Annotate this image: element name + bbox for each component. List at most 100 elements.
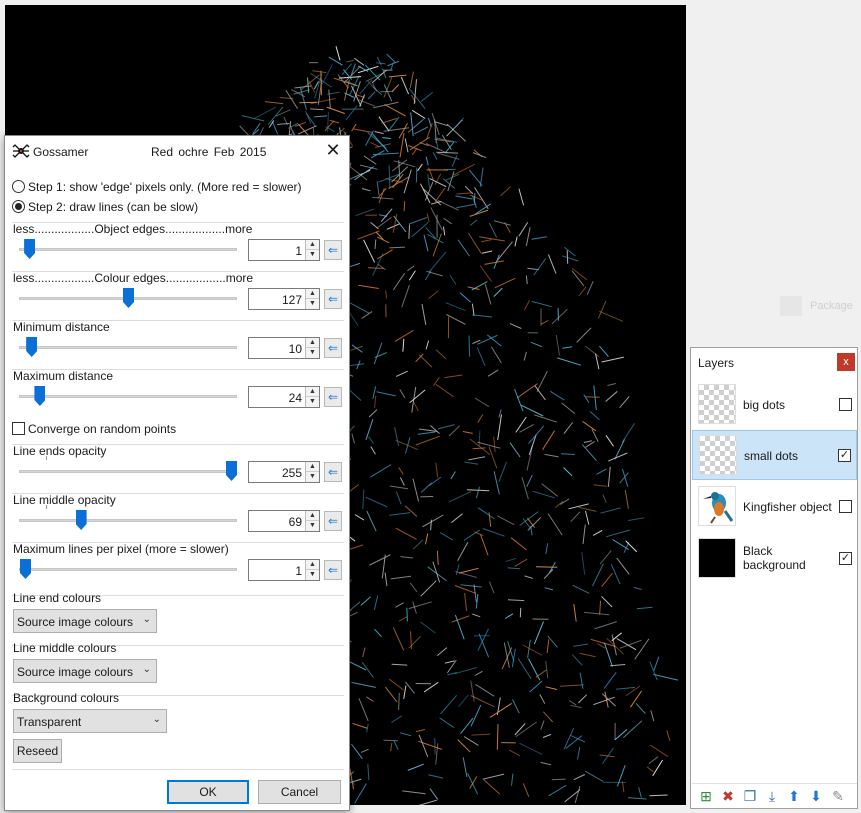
object-edges-slider[interactable]: [19, 239, 237, 261]
spin-up-icon[interactable]: ▲: [306, 338, 319, 348]
cancel-button[interactable]: Cancel: [258, 780, 341, 804]
layer-visibility-checkbox[interactable]: ✓: [839, 552, 852, 565]
line-ends-opacity-spinner[interactable]: 255 ▲ ▼: [248, 461, 320, 483]
slider-thumb[interactable]: [24, 239, 36, 259]
maximum-distance-slider[interactable]: [19, 386, 237, 408]
add-layer-icon[interactable]: ⊞: [698, 788, 714, 804]
layer-row-black-background[interactable]: Black background ✓: [692, 534, 857, 584]
reseed-button[interactable]: Reseed: [13, 739, 62, 763]
slider-thumb[interactable]: [75, 510, 87, 530]
spin-up-icon[interactable]: ▲: [306, 240, 319, 250]
slider-track: [19, 395, 237, 398]
reset-arrow-icon[interactable]: ⇐: [324, 387, 342, 407]
line-middle-colours-label: Line middle colours: [13, 641, 117, 655]
spinner-value[interactable]: 127: [282, 293, 302, 307]
spinner-value[interactable]: 1: [295, 564, 302, 578]
converge-label: Converge on random points: [28, 422, 177, 436]
layer-thumbnail: [698, 486, 736, 526]
max-lines-label: Maximum lines per pixel (more = slower): [13, 542, 229, 556]
reset-arrow-icon[interactable]: ⇐: [324, 338, 342, 358]
spin-up-icon[interactable]: ▲: [306, 511, 319, 521]
dialog-title-bar[interactable]: Gossamer Red ochre Feb 2015 ✕: [5, 136, 349, 166]
spinner-value[interactable]: 255: [282, 466, 302, 480]
line-middle-opacity-slider[interactable]: [19, 505, 237, 532]
dialog-subtitle: Red ochre Feb 2015: [151, 145, 267, 159]
layers-panel: Layers x big dots small dots ✓ Kingfishe…: [690, 347, 858, 809]
slider-tick: [46, 456, 47, 460]
max-lines-spinner[interactable]: 1 ▲ ▼: [248, 559, 320, 581]
kingfisher-icon: [703, 492, 734, 524]
layer-visibility-checkbox[interactable]: ✓: [838, 449, 851, 462]
checkbox-box[interactable]: [12, 422, 25, 435]
select-value: Source image colours: [17, 665, 134, 679]
slider-thumb[interactable]: [26, 337, 38, 357]
object-edges-spinner[interactable]: 1 ▲ ▼: [248, 239, 320, 261]
duplicate-layer-icon[interactable]: ❐: [742, 788, 758, 804]
reset-arrow-icon[interactable]: ⇐: [324, 560, 342, 580]
spin-down-icon[interactable]: ▼: [306, 250, 319, 260]
slider-thumb[interactable]: [123, 288, 134, 308]
spin-up-icon[interactable]: ▲: [306, 289, 319, 299]
line-middle-opacity-spinner[interactable]: 69 ▲ ▼: [248, 510, 320, 532]
slider-thumb[interactable]: [226, 461, 237, 481]
spin-up-icon[interactable]: ▲: [306, 462, 319, 472]
spin-down-icon[interactable]: ▼: [306, 348, 319, 358]
reset-arrow-icon[interactable]: ⇐: [324, 462, 342, 482]
minimum-distance-slider[interactable]: [19, 337, 237, 359]
layer-row-kingfisher[interactable]: Kingfisher object: [692, 482, 857, 532]
spinner-value[interactable]: 69: [289, 515, 302, 529]
ok-button[interactable]: OK: [167, 780, 249, 804]
step2-radio[interactable]: Step 2: draw lines (can be slow): [12, 199, 342, 215]
step1-radio[interactable]: Step 1: show 'edge' pixels only. (More r…: [12, 179, 342, 195]
chevron-down-icon: ⌄: [152, 714, 161, 725]
move-down-icon[interactable]: ⬇: [808, 788, 824, 804]
radio-circle-selected[interactable]: [12, 200, 25, 213]
maximum-distance-spinner[interactable]: 24 ▲ ▼: [248, 386, 320, 408]
spin-up-icon[interactable]: ▲: [306, 387, 319, 397]
colour-edges-slider[interactable]: [19, 288, 237, 310]
object-edges-label: less..................Object edges......…: [13, 222, 253, 236]
spin-down-icon[interactable]: ▼: [306, 299, 319, 309]
layer-row-big-dots[interactable]: big dots: [692, 380, 857, 430]
spin-down-icon[interactable]: ▼: [306, 397, 319, 407]
package-icon: [780, 296, 802, 316]
layer-visibility-checkbox[interactable]: [839, 500, 852, 513]
background-colours-select[interactable]: Transparent ⌄: [13, 709, 167, 733]
step1-label: Step 1: show 'edge' pixels only. (More r…: [28, 180, 302, 194]
reset-arrow-icon[interactable]: ⇐: [324, 511, 342, 531]
delete-layer-icon[interactable]: ✖: [720, 788, 736, 804]
radio-circle[interactable]: [12, 180, 25, 193]
converge-checkbox[interactable]: Converge on random points: [12, 421, 312, 437]
line-middle-colours-select[interactable]: Source image colours ⌄: [13, 659, 157, 683]
maximum-distance-label: Maximum distance: [13, 369, 114, 383]
minimum-distance-label: Minimum distance: [13, 320, 110, 334]
reset-arrow-icon[interactable]: ⇐: [324, 289, 342, 309]
separator: [12, 769, 344, 770]
spin-down-icon[interactable]: ▼: [306, 570, 319, 580]
close-icon[interactable]: x: [837, 353, 855, 371]
properties-icon[interactable]: ✎: [830, 788, 846, 804]
layer-row-small-dots[interactable]: small dots ✓: [692, 430, 857, 480]
slider-thumb[interactable]: [34, 386, 46, 406]
layer-visibility-checkbox[interactable]: [839, 398, 852, 411]
merge-down-icon[interactable]: ⤓: [764, 788, 780, 804]
colour-edges-spinner[interactable]: 127 ▲ ▼: [248, 288, 320, 310]
spin-down-icon[interactable]: ▼: [306, 472, 319, 482]
layer-name: big dots: [743, 398, 786, 412]
move-up-icon[interactable]: ⬆: [786, 788, 802, 804]
max-lines-slider[interactable]: [19, 559, 237, 581]
chevron-down-icon: ⌄: [142, 664, 151, 675]
spin-down-icon[interactable]: ▼: [306, 521, 319, 531]
line-ends-opacity-slider[interactable]: [19, 456, 237, 483]
spinner-value[interactable]: 24: [289, 391, 302, 405]
spin-up-icon[interactable]: ▲: [306, 560, 319, 570]
close-icon[interactable]: ✕: [323, 141, 343, 161]
reset-arrow-icon[interactable]: ⇐: [324, 240, 342, 260]
spinner-value[interactable]: 10: [289, 342, 302, 356]
spinner-value[interactable]: 1: [295, 244, 302, 258]
layers-title: Layers: [698, 356, 735, 370]
slider-thumb[interactable]: [20, 559, 31, 579]
slider-track: [19, 519, 237, 522]
minimum-distance-spinner[interactable]: 10 ▲ ▼: [248, 337, 320, 359]
line-end-colours-select[interactable]: Source image colours ⌄: [13, 609, 157, 633]
